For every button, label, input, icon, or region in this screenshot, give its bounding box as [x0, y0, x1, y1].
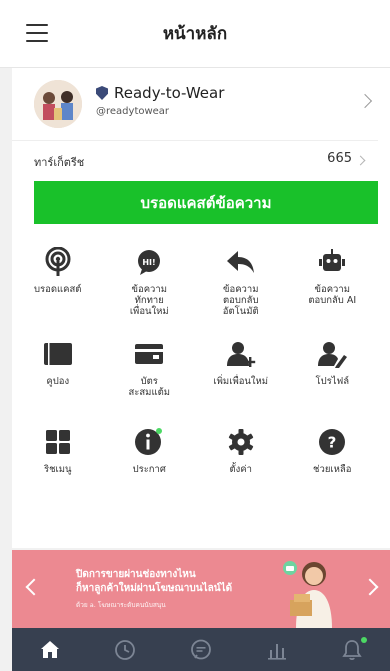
- feature-label: ข้อความ ตอบกลับ อัตโนมัติ: [222, 284, 259, 317]
- hi-greeting-icon: HI!: [133, 246, 165, 278]
- feature-help[interactable]: ? ช่วยเหลือ: [287, 426, 379, 514]
- banner-person-image: [276, 554, 348, 628]
- friends-count: 665: [327, 151, 352, 166]
- feature-greeting[interactable]: HI! ข้อความ ทักทาย เพื่อนใหม่: [104, 246, 196, 338]
- settings-icon: [225, 426, 257, 458]
- feature-broadcast[interactable]: บรอดแคสต์: [12, 246, 104, 338]
- chat-icon: [191, 639, 211, 659]
- tab-home[interactable]: [25, 628, 75, 671]
- help-icon: ?: [316, 426, 348, 458]
- tab-insights[interactable]: [252, 628, 302, 671]
- tab-notifications[interactable]: [327, 628, 377, 671]
- notification-dot: [361, 637, 368, 643]
- feature-label: ข้อความ ทักทาย เพื่อนใหม่: [129, 284, 169, 317]
- app-header: หน้าหลัก: [0, 0, 390, 68]
- feature-label: เพิ่มเพื่อนใหม่: [213, 376, 269, 387]
- home-card: Ready-to-Wear @readytowear ทาร์เก็ตรีช 6…: [12, 68, 390, 548]
- banner-headline: ปิดการขายผ่านช่องทางไหน: [76, 569, 196, 580]
- chevron-right-icon: [357, 93, 373, 109]
- feature-label: คูปอง: [46, 376, 70, 387]
- robot-icon: [316, 246, 348, 278]
- feature-auto-reply[interactable]: ข้อความ ตอบกลับ อัตโนมัติ: [195, 246, 287, 338]
- home-icon: [40, 641, 59, 658]
- chevron-right-icon: [355, 155, 366, 166]
- rich-menu-icon: [42, 426, 74, 458]
- feature-grid: บรอดแคสต์ HI! ข้อความ ทักทาย เพื่อนใหม่ …: [12, 246, 378, 514]
- feature-announcement[interactable]: ประกาศ: [104, 426, 196, 514]
- bottom-tab-bar: [12, 628, 390, 671]
- svg-text:HI!: HI!: [143, 258, 156, 267]
- account-id: @readytowear: [96, 106, 170, 117]
- tab-history[interactable]: [100, 628, 150, 671]
- banner-caption: ด้วย a. โฆษณาระดับคนนับสนุน: [76, 601, 166, 609]
- tab-chat[interactable]: [176, 628, 226, 671]
- verified-shield-icon: [96, 86, 108, 100]
- chevron-left-icon[interactable]: [25, 578, 43, 596]
- feature-label: บรอดแคสต์: [34, 284, 82, 295]
- avatar: [34, 80, 82, 128]
- profile-edit-icon: [316, 338, 348, 370]
- chevron-right-icon[interactable]: [361, 578, 379, 596]
- feature-ai-reply[interactable]: ข้อความ ตอบกลับ AI: [287, 246, 379, 338]
- reply-icon: [225, 246, 257, 278]
- feature-add-friend[interactable]: เพิ่มเพื่อนใหม่: [195, 338, 287, 426]
- feature-label: ประกาศ: [132, 464, 166, 475]
- feature-label: ตั้งค่า: [229, 464, 253, 475]
- feature-settings[interactable]: ตั้งค่า: [195, 426, 287, 514]
- info-icon: [133, 426, 165, 458]
- broadcast-button[interactable]: บรอดแคสต์ข้อความ: [34, 181, 378, 224]
- feature-profile[interactable]: โปรไฟล์: [287, 338, 379, 426]
- feature-rich-menu[interactable]: ริชเมนู: [12, 426, 104, 514]
- hamburger-menu-icon[interactable]: [26, 24, 48, 42]
- account-name: Ready-to-Wear: [96, 84, 224, 102]
- feature-label: โปรไฟล์: [315, 376, 350, 387]
- coupon-icon: [42, 338, 74, 370]
- friends-label: ทาร์เก็ตรีช: [34, 156, 85, 169]
- stats-icon: [267, 643, 286, 660]
- feature-coupon[interactable]: คูปอง: [12, 338, 104, 426]
- promo-banner[interactable]: ปิดการขายผ่านช่องทางไหน ก็หาลูกค้าใหม่ผ่…: [12, 550, 390, 628]
- page-title: หน้าหลัก: [162, 24, 228, 44]
- feature-label: ช่วยเหลือ: [313, 464, 352, 475]
- account-row[interactable]: Ready-to-Wear @readytowear: [12, 68, 378, 140]
- feature-reward-card[interactable]: บัตร สะสมแต้ม: [104, 338, 196, 426]
- svg-text:?: ?: [328, 434, 337, 452]
- account-name-text: Ready-to-Wear: [114, 84, 225, 102]
- feature-label: บัตร สะสมแต้ม: [128, 376, 171, 398]
- add-friend-icon: [225, 338, 257, 370]
- clock-icon: [115, 639, 136, 660]
- feature-label: ริชเมนู: [43, 464, 72, 475]
- friends-row[interactable]: ทาร์เก็ตรีช 665: [12, 140, 378, 176]
- bell-icon: [342, 639, 362, 660]
- broadcast-icon: [42, 246, 74, 278]
- feature-label: ข้อความ ตอบกลับ AI: [308, 284, 357, 306]
- wallet-icon: [133, 338, 165, 370]
- banner-subheadline: ก็หาลูกค้าใหม่ผ่านโฆษณาบนไลน์ได้: [76, 583, 233, 594]
